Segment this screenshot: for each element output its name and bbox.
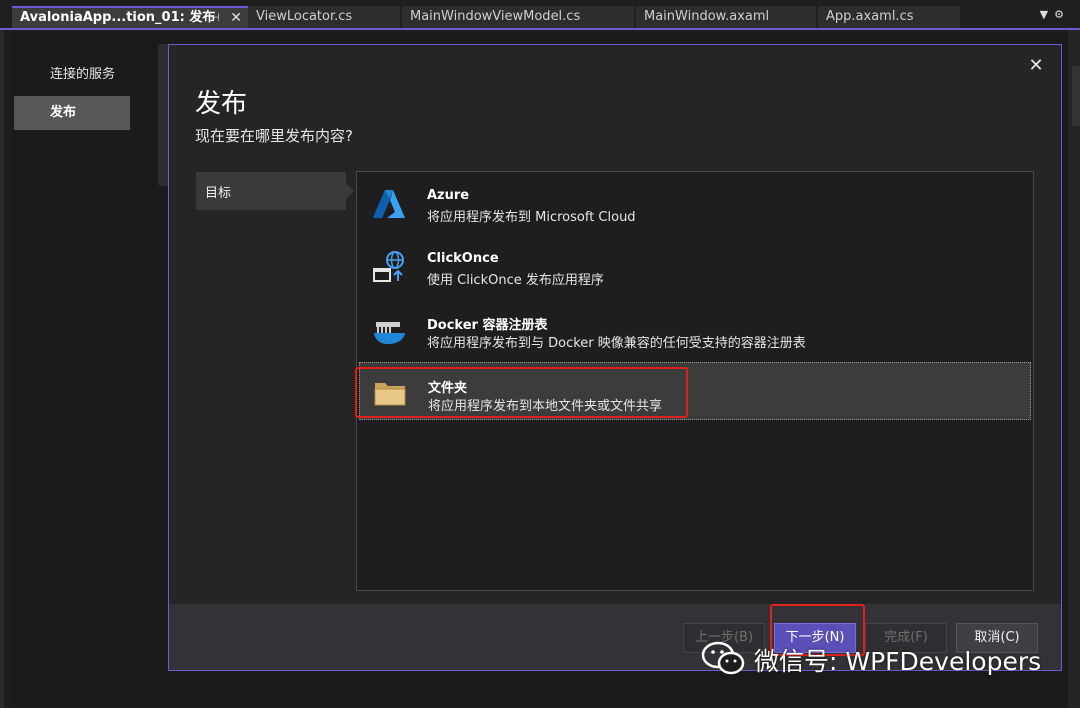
tab-mainwindow-axaml[interactable]: MainWindow.axaml <box>636 6 816 28</box>
tab-tools: ▼⚙ <box>1040 8 1070 21</box>
tab-label: AvaloniaApp...tion_01: 发布 <box>20 10 216 25</box>
tab-publish[interactable]: AvaloniaApp...tion_01: 发布 ⊣ ✕ <box>12 6 248 28</box>
close-icon[interactable]: ✕ <box>230 8 242 28</box>
nav-item-connected-services[interactable]: 连接的服务 <box>14 58 130 92</box>
watermark-text: 微信号: WPFDevelopers <box>754 647 1042 676</box>
target-name: ClickOnce <box>427 251 499 266</box>
target-azure[interactable]: Azure 将应用程序发布到 Microsoft Cloud <box>359 174 1031 232</box>
dialog-title: 发布 <box>195 89 248 119</box>
window-left-edge <box>0 0 4 708</box>
azure-icon <box>373 190 405 218</box>
dropdown-icon[interactable]: ▼ <box>1040 8 1054 21</box>
tab-viewlocator[interactable]: ViewLocator.cs <box>248 6 400 28</box>
tab-label: MainWindowViewModel.cs <box>410 9 581 24</box>
nav-item-label: 连接的服务 <box>50 67 116 82</box>
tab-app-axaml-cs[interactable]: App.axaml.cs <box>818 6 960 28</box>
step-pointer-icon <box>346 183 354 199</box>
pin-icon[interactable]: ⊣ <box>210 8 220 28</box>
right-tool-strip <box>1068 30 1080 708</box>
target-description: 使用 ClickOnce 发布应用程序 <box>427 273 604 288</box>
clickonce-icon <box>373 251 404 282</box>
tab-label: ViewLocator.cs <box>256 9 353 24</box>
target-docker[interactable]: Docker 容器注册表 将应用程序发布到与 Docker 映像兼容的任何受支持… <box>359 300 1031 358</box>
document-tab-bar: AvaloniaApp...tion_01: 发布 ⊣ ✕ ViewLocato… <box>0 0 1080 30</box>
nav-item-publish[interactable]: 发布 <box>14 96 130 130</box>
wechat-icon <box>701 641 745 675</box>
tab-mainwindowviewmodel[interactable]: MainWindowViewModel.cs <box>402 6 634 28</box>
publish-dialog: ✕ 发布 现在要在哪里发布内容? 目标 Azure 将应用程序发布到 Micro… <box>168 44 1062 671</box>
target-description: 将应用程序发布到与 Docker 映像兼容的任何受支持的容器注册表 <box>427 336 806 351</box>
publish-left-nav: 连接的服务 发布 <box>12 32 132 708</box>
target-name: Azure <box>427 188 470 203</box>
target-description: 将应用程序发布到 Microsoft Cloud <box>427 210 636 225</box>
target-clickonce[interactable]: ClickOnce 使用 ClickOnce 发布应用程序 <box>359 237 1031 295</box>
tab-label: App.axaml.cs <box>826 9 914 24</box>
tab-label: MainWindow.axaml <box>644 9 770 24</box>
target-name: Docker 容器注册表 <box>427 318 548 333</box>
folder-highlight-box <box>355 367 688 418</box>
nav-item-label: 发布 <box>50 105 77 120</box>
close-icon[interactable]: ✕ <box>1025 55 1047 76</box>
right-tool-tab[interactable] <box>1072 66 1080 126</box>
gear-icon[interactable]: ⚙ <box>1054 8 1070 21</box>
dialog-subtitle: 现在要在哪里发布内容? <box>195 127 353 145</box>
step-target[interactable]: 目标 <box>196 172 354 210</box>
step-label: 目标 <box>205 186 232 201</box>
docker-icon <box>374 322 405 344</box>
